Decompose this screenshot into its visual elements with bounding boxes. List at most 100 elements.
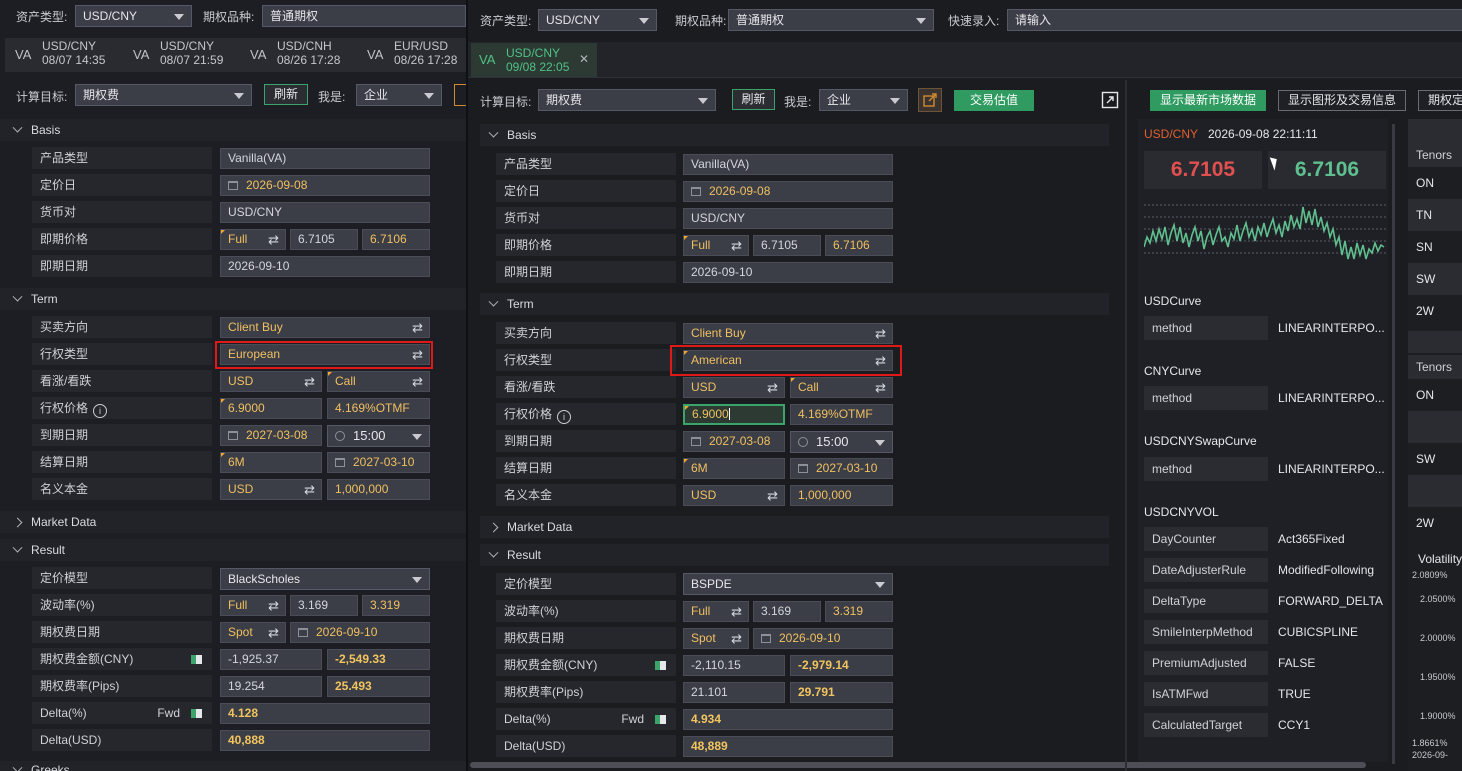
spot-bid-field[interactable]: 6.7105 (753, 235, 821, 256)
notional-field[interactable]: 1,000,000 (790, 485, 893, 506)
info-icon[interactable]: i (93, 404, 108, 418)
tab-deal-3[interactable]: VA USD/CNH 08/26 17:28 (240, 38, 355, 72)
vol-ask-field[interactable]: 3.319 (362, 595, 430, 616)
expiry-time-select[interactable]: 15:00 (327, 425, 430, 447)
toggle-icon[interactable] (655, 661, 666, 670)
section-basis[interactable]: Basis (0, 119, 466, 141)
call-put-toggle[interactable]: Call ⇄ (327, 371, 430, 392)
calc-target-select[interactable]: 期权费 (538, 89, 716, 111)
vol-ask-field[interactable]: 3.319 (825, 601, 893, 622)
section-greeks[interactable]: Greeks (0, 761, 466, 771)
option-type-select[interactable]: 普通期权 (262, 5, 466, 27)
expiry-date-field[interactable]: 2027-03-08 (220, 425, 322, 446)
show-latest-market-data-button[interactable]: 显示最新市场数据 (1150, 90, 1266, 111)
vol-bid-field[interactable]: 3.169 (753, 601, 821, 622)
tenor-row[interactable]: 2W (1408, 295, 1462, 327)
refresh-button[interactable]: 刷新 (264, 84, 308, 105)
spot-ask-field[interactable]: 6.7106 (825, 235, 893, 256)
quick-entry-input[interactable]: 请输入 (1007, 9, 1462, 31)
tenor-row[interactable]: ON (1408, 379, 1462, 411)
asset-type-select[interactable]: USD/CNY (538, 9, 657, 31)
ask-price-box: 6.7106 (1268, 151, 1386, 189)
refresh-button[interactable]: 刷新 (732, 89, 775, 110)
moneyness-field[interactable]: 4.169%OTMF (327, 398, 430, 419)
highlight-box (670, 345, 902, 376)
spot-mode-toggle[interactable]: Full ⇄ (220, 229, 286, 250)
export-icon[interactable] (454, 84, 466, 106)
i-am-select[interactable]: 企业 (356, 84, 442, 106)
option-type-label: 期权品种: (203, 10, 255, 24)
tenor-field[interactable]: 6M (220, 452, 322, 473)
horizontal-scrollbar[interactable] (470, 762, 1366, 768)
spot-bid-field[interactable]: 6.7105 (290, 229, 358, 250)
tab-deal-1[interactable]: VA USD/CNY 08/07 14:35 (5, 38, 120, 72)
pricing-date-field[interactable]: 2026-09-08 (683, 181, 893, 202)
pricing-model-select[interactable]: BSPDE (683, 573, 893, 595)
settle-date-field[interactable]: 2027-03-10 (790, 458, 893, 479)
call-put-toggle[interactable]: Call ⇄ (790, 377, 893, 398)
call-put-ccy-toggle[interactable]: USD ⇄ (220, 371, 322, 392)
i-am-select[interactable]: 企业 (819, 89, 908, 111)
tenor-row[interactable]: SW (1408, 263, 1462, 295)
premium-date-field[interactable]: 2026-09-10 (290, 622, 430, 643)
close-icon[interactable]: ✕ (579, 52, 589, 66)
section-market-data[interactable]: Market Data (480, 516, 1109, 538)
tenor-field[interactable]: 6M (683, 458, 785, 479)
tenor-row[interactable]: SW (1408, 443, 1462, 475)
calc-target-select[interactable]: 期权费 (75, 84, 252, 106)
market-panel-scrollbar[interactable] (1392, 124, 1395, 764)
tenor-row[interactable]: ON (1408, 167, 1462, 199)
section-term[interactable]: Term (0, 288, 466, 310)
export-icon[interactable] (918, 88, 942, 112)
section-basis[interactable]: Basis (480, 124, 1109, 146)
toggle-icon[interactable] (191, 709, 202, 718)
direction-toggle[interactable]: Client Buy ⇄ (683, 323, 893, 344)
expiry-time-select[interactable]: 15:00 (790, 431, 893, 453)
premium-date-field[interactable]: 2026-09-10 (753, 628, 893, 649)
notional-ccy-toggle[interactable]: USD ⇄ (220, 479, 322, 500)
curve-title: USDCurve (1144, 294, 1202, 308)
strike-field[interactable]: 6.9000 (683, 404, 785, 425)
vol-mode-toggle[interactable]: Full ⇄ (683, 601, 749, 622)
direction-toggle[interactable]: Client Buy ⇄ (220, 317, 430, 338)
show-graph-trade-info-button[interactable]: 显示图形及交易信息 (1278, 90, 1406, 111)
option-pricing-button[interactable]: 期权定 (1418, 90, 1462, 111)
section-market-data[interactable]: Market Data (0, 511, 466, 533)
pricing-model-select[interactable]: BlackScholes (220, 568, 430, 590)
tab-active-deal[interactable]: VA USD/CNY 09/08 22:05 ✕ (471, 43, 597, 77)
tenor-row[interactable]: SN (1408, 231, 1462, 263)
tenor-row[interactable]: TN (1408, 199, 1462, 231)
premium-date-mode-toggle[interactable]: Spot ⇄ (683, 628, 749, 649)
notional-field[interactable]: 1,000,000 (327, 479, 430, 500)
expiry-date-field[interactable]: 2027-03-08 (683, 431, 785, 452)
panel-divider[interactable] (1125, 80, 1127, 771)
vol-bid-field[interactable]: 3.169 (290, 595, 358, 616)
trade-valuation-button[interactable]: 交易估值 (954, 90, 1034, 111)
call-put-ccy-toggle[interactable]: USD ⇄ (683, 377, 785, 398)
pricing-date-field[interactable]: 2026-09-08 (220, 175, 430, 196)
section-result[interactable]: Result (480, 544, 1109, 566)
tenor-row[interactable] (1408, 411, 1462, 443)
tab-deal-4[interactable]: VA EUR/USD 08/26 17:28 (357, 38, 466, 72)
premium-amount-label-text: 期权费金额(CNY) (504, 658, 598, 672)
settle-date-field[interactable]: 2027-03-10 (327, 452, 430, 473)
strike-field[interactable]: 6.9000 (220, 398, 322, 419)
spot-ask-field[interactable]: 6.7106 (362, 229, 430, 250)
asset-type-select[interactable]: USD/CNY (75, 5, 192, 27)
tenor-row[interactable] (1408, 475, 1462, 507)
section-term[interactable]: Term (480, 293, 1109, 315)
option-type-select[interactable]: 普通期权 (728, 9, 934, 31)
notional-ccy-toggle[interactable]: USD ⇄ (683, 485, 785, 506)
info-icon[interactable]: i (557, 410, 572, 424)
toggle-icon[interactable] (191, 655, 202, 664)
moneyness-field[interactable]: 4.169%OTMF (790, 404, 893, 425)
spot-mode-toggle[interactable]: Full ⇄ (683, 235, 749, 256)
tab-deal-2[interactable]: VA USD/CNY 08/07 21:59 (123, 38, 238, 72)
swap-icon: ⇄ (767, 488, 778, 503)
section-result[interactable]: Result (0, 539, 466, 561)
tenor-row[interactable]: 2W (1408, 507, 1462, 539)
expand-icon[interactable] (1101, 91, 1119, 109)
toggle-icon[interactable] (655, 715, 666, 724)
vol-mode-toggle[interactable]: Full ⇄ (220, 595, 286, 616)
premium-date-mode-toggle[interactable]: Spot ⇄ (220, 622, 286, 643)
